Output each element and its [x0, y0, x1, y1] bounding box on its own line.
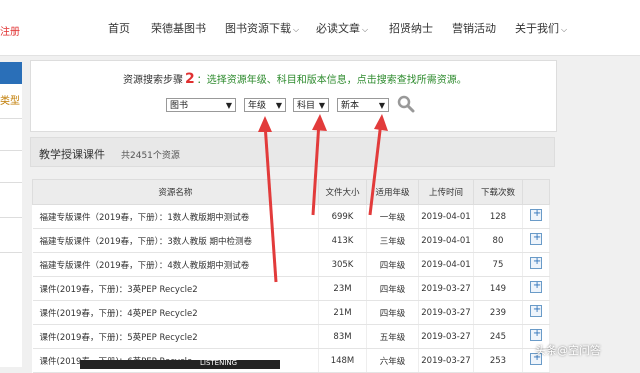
- annotation-arrow-subject: [311, 121, 321, 216]
- arrowhead-icon: [312, 114, 327, 131]
- annotation-arrow-grade: [263, 123, 278, 283]
- annotation-arrows: [258, 114, 388, 283]
- annotation-arrow-version: [368, 121, 383, 216]
- arrowhead-icon: [374, 114, 388, 131]
- arrowhead-icon: [258, 116, 272, 132]
